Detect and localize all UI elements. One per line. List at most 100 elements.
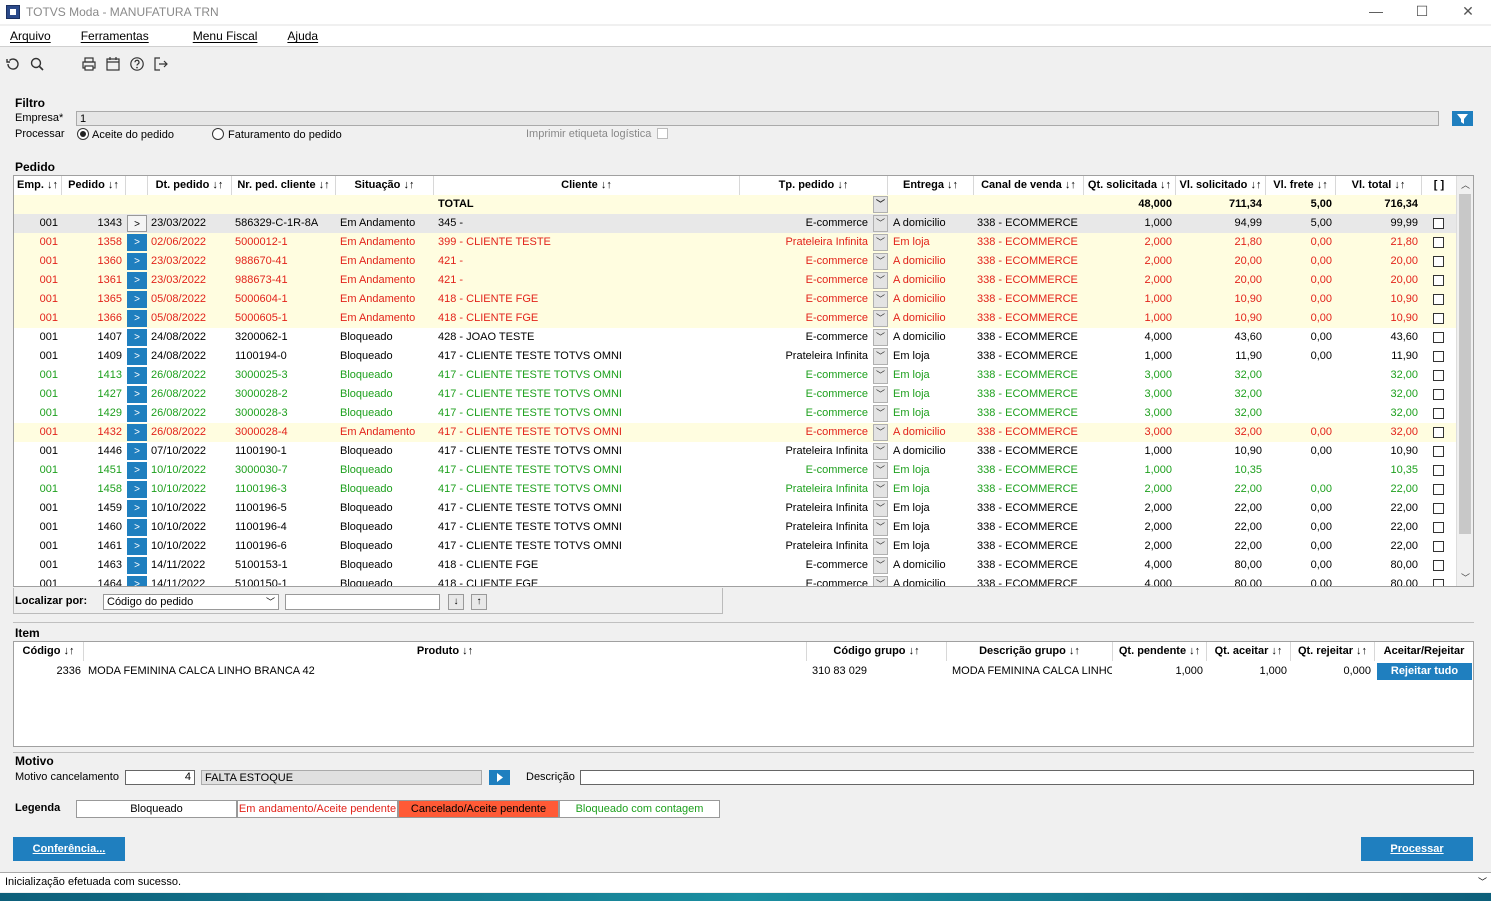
tp-pedido-dropdown-icon[interactable]: ﹀ <box>873 500 888 517</box>
row-select-checkbox[interactable] <box>1433 484 1444 495</box>
tp-pedido-dropdown-icon[interactable]: ﹀ <box>873 576 888 586</box>
table-row[interactable]: 001 1464 14/11/2022 5100150-1 Bloqueado 418 -… <box>14 575 1457 586</box>
table-row[interactable]: 001 1461 10/10/2022 1100196-6 Bloqueado 417 -… <box>14 537 1457 556</box>
col-entrega[interactable]: Entrega ↓↑ <box>888 176 974 195</box>
tp-pedido-dropdown-icon[interactable]: ﹀ <box>873 443 888 460</box>
status-dropdown-icon[interactable]: ﹀ <box>1478 873 1487 892</box>
tp-pedido-dropdown-icon[interactable]: ﹀ <box>873 557 888 574</box>
col-pedido[interactable]: Pedido ↓↑ <box>62 176 126 195</box>
open-pedido-button[interactable]: > <box>127 576 147 586</box>
total-dropdown[interactable]: ﹀ <box>873 196 888 213</box>
row-select-checkbox[interactable] <box>1433 313 1444 324</box>
open-pedido-button[interactable]: > <box>127 424 147 441</box>
empresa-input[interactable]: 1 <box>76 111 1439 126</box>
menu-ajuda[interactable]: Ajuda <box>287 29 318 43</box>
item-col-descricao-grupo[interactable]: Descrição grupo ↓↑ <box>947 642 1113 661</box>
col-vl-frete[interactable]: Vl. frete ↓↑ <box>1266 176 1336 195</box>
calendar-icon[interactable] <box>102 53 124 75</box>
radio-faturamento[interactable] <box>212 128 224 140</box>
row-select-checkbox[interactable] <box>1433 256 1444 267</box>
row-select-checkbox[interactable] <box>1433 522 1444 533</box>
col-select-all[interactable]: [ ] <box>1422 176 1457 195</box>
item-row[interactable]: 2336 MODA FEMININA CALCA LINHO BRANCA 42… <box>14 662 1473 681</box>
open-pedido-button[interactable]: > <box>127 462 147 479</box>
localizar-up-button[interactable]: ↑ <box>471 594 487 610</box>
row-select-checkbox[interactable] <box>1433 560 1444 571</box>
row-select-checkbox[interactable] <box>1433 579 1444 586</box>
row-select-checkbox[interactable] <box>1433 294 1444 305</box>
tp-pedido-dropdown-icon[interactable]: ﹀ <box>873 519 888 536</box>
col-tp-pedido[interactable]: Tp. pedido ↓↑ <box>740 176 888 195</box>
open-pedido-button[interactable]: > <box>127 367 147 384</box>
table-row[interactable]: 001 1361 23/03/2022 988673-41 Em Andamento 42… <box>14 271 1457 290</box>
tp-pedido-dropdown-icon[interactable]: ﹀ <box>873 481 888 498</box>
item-col-qt-rejeitar[interactable]: Qt. rejeitar ↓↑ <box>1291 642 1375 661</box>
processar-button[interactable]: Processar <box>1361 837 1473 861</box>
table-row[interactable]: 001 1460 10/10/2022 1100196-4 Bloqueado 417 -… <box>14 518 1457 537</box>
item-col-codigo[interactable]: Código ↓↑ <box>14 642 84 661</box>
row-select-checkbox[interactable] <box>1433 351 1444 362</box>
col-dt-pedido[interactable]: Dt. pedido ↓↑ <box>148 176 232 195</box>
open-pedido-button[interactable]: > <box>127 272 147 289</box>
open-pedido-button[interactable]: > <box>127 234 147 251</box>
table-row[interactable]: 001 1407 24/08/2022 3200062-1 Bloqueado 428 -… <box>14 328 1457 347</box>
table-row[interactable]: 001 1358 02/06/2022 5000012-1 Em Andamento 39… <box>14 233 1457 252</box>
tp-pedido-dropdown-icon[interactable]: ﹀ <box>873 348 888 365</box>
table-row[interactable]: 001 1366 05/08/2022 5000605-1 Em Andamento 41… <box>14 309 1457 328</box>
imprimir-etiqueta-checkbox[interactable] <box>657 128 668 139</box>
rejeitar-tudo-button[interactable]: Rejeitar tudo <box>1377 663 1472 680</box>
row-select-checkbox[interactable] <box>1433 370 1444 381</box>
help-icon[interactable] <box>126 53 148 75</box>
menu-fiscal[interactable]: Menu Fiscal <box>193 29 258 43</box>
item-qt-rejeitar[interactable]: 0,000 <box>1291 662 1371 681</box>
col-vl-solicitado[interactable]: Vl. solicitado ↓↑ <box>1176 176 1266 195</box>
localizar-down-button[interactable]: ↓ <box>448 594 464 610</box>
table-row[interactable]: 001 1459 10/10/2022 1100196-5 Bloqueado 417 -… <box>14 499 1457 518</box>
row-select-checkbox[interactable] <box>1433 389 1444 400</box>
tp-pedido-dropdown-icon[interactable]: ﹀ <box>873 538 888 555</box>
item-col-qt-pendente[interactable]: Qt. pendente ↓↑ <box>1113 642 1207 661</box>
item-col-qt-aceitar[interactable]: Qt. aceitar ↓↑ <box>1207 642 1291 661</box>
close-button[interactable]: ✕ <box>1445 0 1491 24</box>
scroll-up-icon[interactable]: ︿ <box>1457 178 1473 191</box>
conferencia-button[interactable]: Conferência... <box>13 837 125 861</box>
open-pedido-button[interactable]: > <box>127 443 147 460</box>
tp-pedido-dropdown-icon[interactable]: ﹀ <box>873 272 888 289</box>
col-vl-total[interactable]: Vl. total ↓↑ <box>1336 176 1422 195</box>
motivo-code-input[interactable]: 4 <box>125 770 195 785</box>
maximize-button[interactable]: ☐ <box>1399 0 1445 24</box>
row-select-checkbox[interactable] <box>1433 541 1444 552</box>
open-pedido-button[interactable]: > <box>127 500 147 517</box>
table-row[interactable]: 001 1458 10/10/2022 1100196-3 Bloqueado 417 -… <box>14 480 1457 499</box>
tp-pedido-dropdown-icon[interactable]: ﹀ <box>873 253 888 270</box>
scroll-down-icon[interactable]: ﹀ <box>1457 571 1473 584</box>
search-icon[interactable] <box>26 53 48 75</box>
table-row[interactable]: 001 1413 26/08/2022 3000025-3 Bloqueado 417 -… <box>14 366 1457 385</box>
tp-pedido-dropdown-icon[interactable]: ﹀ <box>873 215 888 232</box>
tp-pedido-dropdown-icon[interactable]: ﹀ <box>873 424 888 441</box>
open-pedido-button[interactable]: > <box>127 215 147 232</box>
localizar-input[interactable] <box>285 594 440 610</box>
table-row[interactable]: 001 1427 26/08/2022 3000028-2 Bloqueado 417 -… <box>14 385 1457 404</box>
table-row[interactable]: 001 1432 26/08/2022 3000028-4 Em Andamento 41… <box>14 423 1457 442</box>
row-select-checkbox[interactable] <box>1433 332 1444 343</box>
open-pedido-button[interactable]: > <box>127 310 147 327</box>
print-icon[interactable] <box>78 53 100 75</box>
tp-pedido-dropdown-icon[interactable]: ﹀ <box>873 386 888 403</box>
pedido-scrollbar[interactable]: ︿ ﹀ <box>1456 176 1473 586</box>
item-col-produto[interactable]: Produto ↓↑ <box>84 642 807 661</box>
table-row[interactable]: 001 1409 24/08/2022 1100194-0 Bloqueado 417 -… <box>14 347 1457 366</box>
open-pedido-button[interactable]: > <box>127 519 147 536</box>
open-pedido-button[interactable]: > <box>127 253 147 270</box>
tp-pedido-dropdown-icon[interactable]: ﹀ <box>873 310 888 327</box>
table-row[interactable]: 001 1446 07/10/2022 1100190-1 Bloqueado 417 -… <box>14 442 1457 461</box>
minimize-button[interactable]: — <box>1353 0 1399 24</box>
row-select-checkbox[interactable] <box>1433 237 1444 248</box>
menu-arquivo[interactable]: Arquivo <box>10 29 51 43</box>
table-row[interactable]: 001 1360 23/03/2022 988670-41 Em Andamento 42… <box>14 252 1457 271</box>
filter-button[interactable] <box>1452 111 1473 126</box>
localizar-select[interactable]: Código do pedido ﹀ <box>103 594 279 610</box>
col-canal-venda[interactable]: Canal de venda ↓↑ <box>974 176 1084 195</box>
row-select-checkbox[interactable] <box>1433 446 1444 457</box>
col-nr-ped-cliente[interactable]: Nr. ped. cliente ↓↑ <box>232 176 336 195</box>
